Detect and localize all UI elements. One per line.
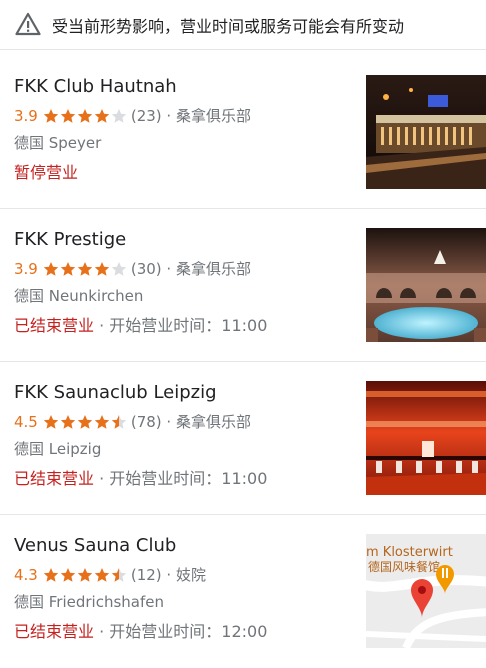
star-icon [60,414,76,429]
star-icon [111,414,127,429]
status-row: 暂停营业 [14,159,78,183]
rating-value: 4.5 [14,412,38,431]
separator: · [161,412,176,431]
rating-value: 3.9 [14,259,38,278]
star-icon [77,567,93,582]
opening-hours: · 开始营业时间：12:00 [94,622,268,641]
review-count[interactable]: (78) [131,413,162,431]
listing-card[interactable]: FKK Prestige 3.9 (30) · 桑拿俱乐部 德国 Neunkir… [0,210,486,362]
star-rating [43,261,128,277]
listing-card[interactable]: Venus Sauna Club 4.3 (12) · 妓院 德国 Friedr… [0,516,486,668]
star-icon [94,108,110,123]
star-icon [111,567,127,582]
star-rating [43,414,128,430]
star-icon [94,261,110,276]
location: 德国 Leipzig [14,440,102,458]
rating-row: 4.3 (12) · 妓院 [14,564,206,585]
open-status: 已结束营业 [14,622,95,641]
star-icon [60,567,76,582]
rating-row: 3.9 (23) · 桑拿俱乐部 [14,105,251,126]
listing-title[interactable]: FKK Club Hautnah [14,76,177,97]
listing-title[interactable]: Venus Sauna Club [14,535,176,556]
map-label-line1: m Klosterwirt [366,545,453,560]
bar-interior-photo[interactable] [366,75,486,189]
location: 德国 Friedrichshafen [14,593,165,611]
review-count[interactable]: (12) [131,566,162,584]
category: 妓院 [175,566,206,584]
star-icon [77,414,93,429]
star-icon [43,261,59,276]
category: 桑拿俱乐部 [175,260,251,278]
map-thumbnail[interactable]: m Klosterwirt 德国风味餐馆 [366,534,486,648]
rating-row: 4.5 (78) · 桑拿俱乐部 [14,411,251,432]
status-row: 已结束营业 · 开始营业时间：12:00 [14,618,267,642]
review-count[interactable]: (23) [131,107,162,125]
status-row: 已结束营业 · 开始营业时间：11:00 [14,312,267,336]
map-label-line2: 德国风味餐馆 [368,559,440,574]
separator: · [161,565,176,584]
star-icon [77,261,93,276]
separator: · [161,259,176,278]
separator: · [161,106,176,125]
star-icon [94,567,110,582]
star-icon [111,108,127,123]
star-icon [43,108,59,123]
status-row: 已结束营业 · 开始营业时间：11:00 [14,465,267,489]
rating-value: 3.9 [14,106,38,125]
listing-title[interactable]: FKK Prestige [14,229,126,250]
rating-row: 3.9 (30) · 桑拿俱乐部 [14,258,251,279]
notice-text: 受当前形势影响，营业时间或服务可能会有所变动 [52,17,405,36]
pool-interior-photo[interactable] [366,228,486,342]
covid-notice-banner: 受当前形势影响，营业时间或服务可能会有所变动 [0,0,486,50]
review-count[interactable]: (30) [131,260,162,278]
red-lounge-photo[interactable] [366,381,486,495]
category: 桑拿俱乐部 [175,413,251,431]
star-icon [43,567,59,582]
rating-value: 4.3 [14,565,38,584]
open-status: 已结束营业 [14,469,95,488]
listing-card[interactable]: FKK Saunaclub Leipzig 4.5 (78) · 桑拿俱乐部 德… [0,363,486,515]
open-status: 暂停营业 [14,163,79,182]
star-icon [77,108,93,123]
star-icon [60,108,76,123]
warning-icon [15,12,41,36]
star-icon [94,414,110,429]
listing-title[interactable]: FKK Saunaclub Leipzig [14,382,217,403]
star-icon [43,414,59,429]
location: 德国 Speyer [14,134,102,152]
category: 桑拿俱乐部 [175,107,251,125]
open-status: 已结束营业 [14,316,95,335]
location: 德国 Neunkirchen [14,287,144,305]
opening-hours: · 开始营业时间：11:00 [94,316,268,335]
listing-card[interactable]: FKK Club Hautnah 3.9 (23) · 桑拿俱乐部 德国 Spe… [0,57,486,209]
star-icon [60,261,76,276]
star-icon [111,261,127,276]
opening-hours: · 开始营业时间：11:00 [94,469,268,488]
star-rating [43,108,128,124]
star-rating [43,567,128,583]
